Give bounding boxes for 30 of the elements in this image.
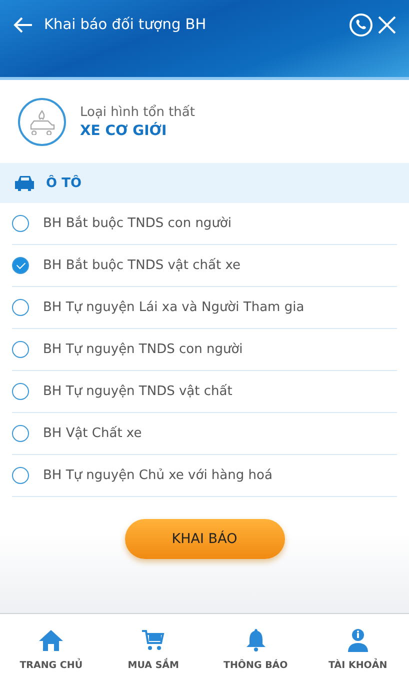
radio-button[interactable] xyxy=(12,425,29,442)
nav-label[interactable]: TRANG CHỦ xyxy=(20,660,83,670)
radio-button[interactable] xyxy=(12,341,29,358)
option-label[interactable]: BH Tự nguyện TNDS vật chất xyxy=(43,384,232,399)
option-label[interactable]: BH Bắt buộc TNDS vật chất xe xyxy=(43,258,240,273)
nav-label[interactable]: TÀI KHOẢN xyxy=(328,660,388,670)
nav-label[interactable]: THÔNG BÁO xyxy=(224,660,288,670)
option-label[interactable]: BH Bắt buộc TNDS con người xyxy=(43,216,232,231)
radio-button[interactable] xyxy=(12,257,29,274)
nav-label[interactable]: MUA SẮM xyxy=(128,660,179,670)
option-label[interactable]: BH Vật Chất xe xyxy=(43,426,142,441)
radio-button[interactable] xyxy=(12,299,29,316)
car-fire-icon xyxy=(18,98,66,146)
phone-icon[interactable] xyxy=(349,13,373,37)
submit-button[interactable]: KHAI BÁO xyxy=(124,519,284,559)
radio-button[interactable] xyxy=(12,215,29,232)
radio-button[interactable] xyxy=(12,467,29,484)
option-label[interactable]: BH Tự nguyện TNDS con người xyxy=(43,342,243,357)
account-icon xyxy=(346,628,370,652)
loss-type-value: XE CƠ GIỚI xyxy=(80,122,168,138)
bell-icon xyxy=(244,628,267,652)
header-title: Khai báo đối tượng BH xyxy=(44,16,208,35)
option-label[interactable]: BH Tự nguyện Lái xa và Người Tham gia xyxy=(43,300,304,315)
loss-type-label: Loại hình tổn thất xyxy=(80,104,195,120)
home-icon xyxy=(38,628,64,652)
cart-icon xyxy=(141,628,166,652)
radio-button[interactable] xyxy=(12,383,29,400)
option-label[interactable]: BH Tự nguyện Chủ xe với hàng hoá xyxy=(43,468,272,483)
car-icon xyxy=(14,174,36,192)
category-title: Ô TÔ xyxy=(46,176,82,190)
